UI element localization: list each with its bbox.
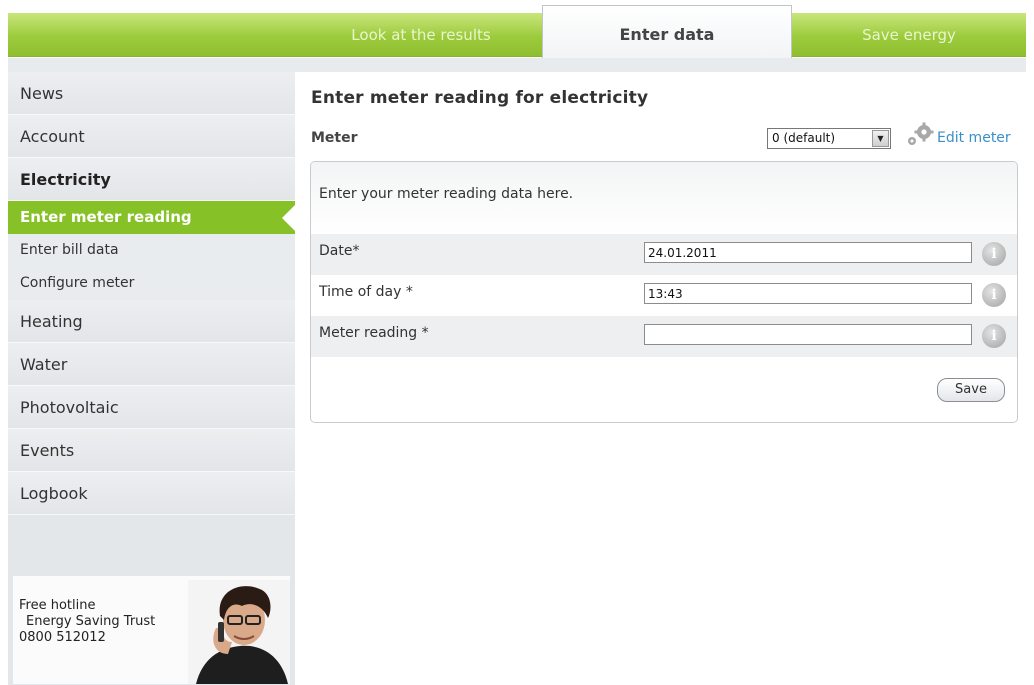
- meter-reading-label: Meter reading *: [319, 325, 429, 341]
- info-icon[interactable]: i: [982, 242, 1006, 266]
- sidebar-item-water[interactable]: Water: [8, 343, 295, 386]
- date-label: Date*: [319, 243, 360, 259]
- sidebar-item-electricity[interactable]: Electricity: [8, 158, 295, 201]
- sidebar-item-logbook[interactable]: Logbook: [8, 472, 295, 515]
- form-row-time: Time of day * i: [311, 275, 1017, 316]
- time-label: Time of day *: [319, 284, 413, 300]
- tab-save-energy[interactable]: Save energy: [792, 13, 1026, 57]
- hotline-agent-photo: [188, 580, 290, 684]
- meter-reading-form: Enter your meter reading data here. Date…: [310, 161, 1018, 423]
- main-content: Enter meter reading for electricity Mete…: [295, 72, 1026, 685]
- info-icon[interactable]: i: [982, 324, 1006, 348]
- sidebar-subitem-enter-bill-data[interactable]: Enter bill data: [8, 234, 295, 267]
- hotline-panel: Free hotline Energy Saving Trust 0800 51…: [13, 576, 290, 684]
- sidebar-item-events[interactable]: Events: [8, 429, 295, 472]
- form-row-meter-reading: Meter reading * i: [311, 316, 1017, 357]
- hotline-text: Free hotline Energy Saving Trust 0800 51…: [19, 598, 155, 646]
- edit-meter-link[interactable]: Edit meter: [937, 130, 1011, 146]
- tab-look-at-results[interactable]: Look at the results: [300, 13, 542, 57]
- meter-reading-input[interactable]: [644, 324, 972, 345]
- sidebar-item-photovoltaic[interactable]: Photovoltaic: [8, 386, 295, 429]
- sidebar-item-account[interactable]: Account: [8, 115, 295, 158]
- meter-label: Meter: [311, 130, 358, 146]
- meter-select[interactable]: 0 (default) ▼: [767, 128, 891, 149]
- time-input[interactable]: [644, 283, 972, 304]
- info-icon[interactable]: i: [982, 283, 1006, 307]
- hotline-title: Free hotline: [19, 598, 96, 613]
- tab-enter-data[interactable]: Enter data: [542, 5, 792, 58]
- save-button[interactable]: Save: [937, 378, 1005, 402]
- form-intro-text: Enter your meter reading data here.: [311, 162, 1017, 234]
- date-input[interactable]: [644, 242, 972, 263]
- sidebar-item-heating[interactable]: Heating: [8, 300, 295, 343]
- sidebar: News Account Electricity Enter meter rea…: [8, 72, 295, 685]
- meter-select-value: 0 (default): [772, 131, 836, 145]
- gears-icon[interactable]: [905, 121, 935, 147]
- sidebar-item-news[interactable]: News: [8, 72, 295, 115]
- page-title: Enter meter reading for electricity: [311, 88, 649, 108]
- hotline-org: Energy Saving Trust: [26, 614, 156, 629]
- form-row-date: Date* i: [311, 234, 1017, 275]
- top-navigation: Look at the results Enter data Save ener…: [8, 0, 1034, 58]
- sidebar-subitem-configure-meter[interactable]: Configure meter: [8, 267, 295, 300]
- chevron-down-icon: ▼: [872, 130, 889, 147]
- sidebar-subitem-enter-meter-reading[interactable]: Enter meter reading: [8, 201, 295, 234]
- hotline-number: 0800 512012: [19, 630, 106, 645]
